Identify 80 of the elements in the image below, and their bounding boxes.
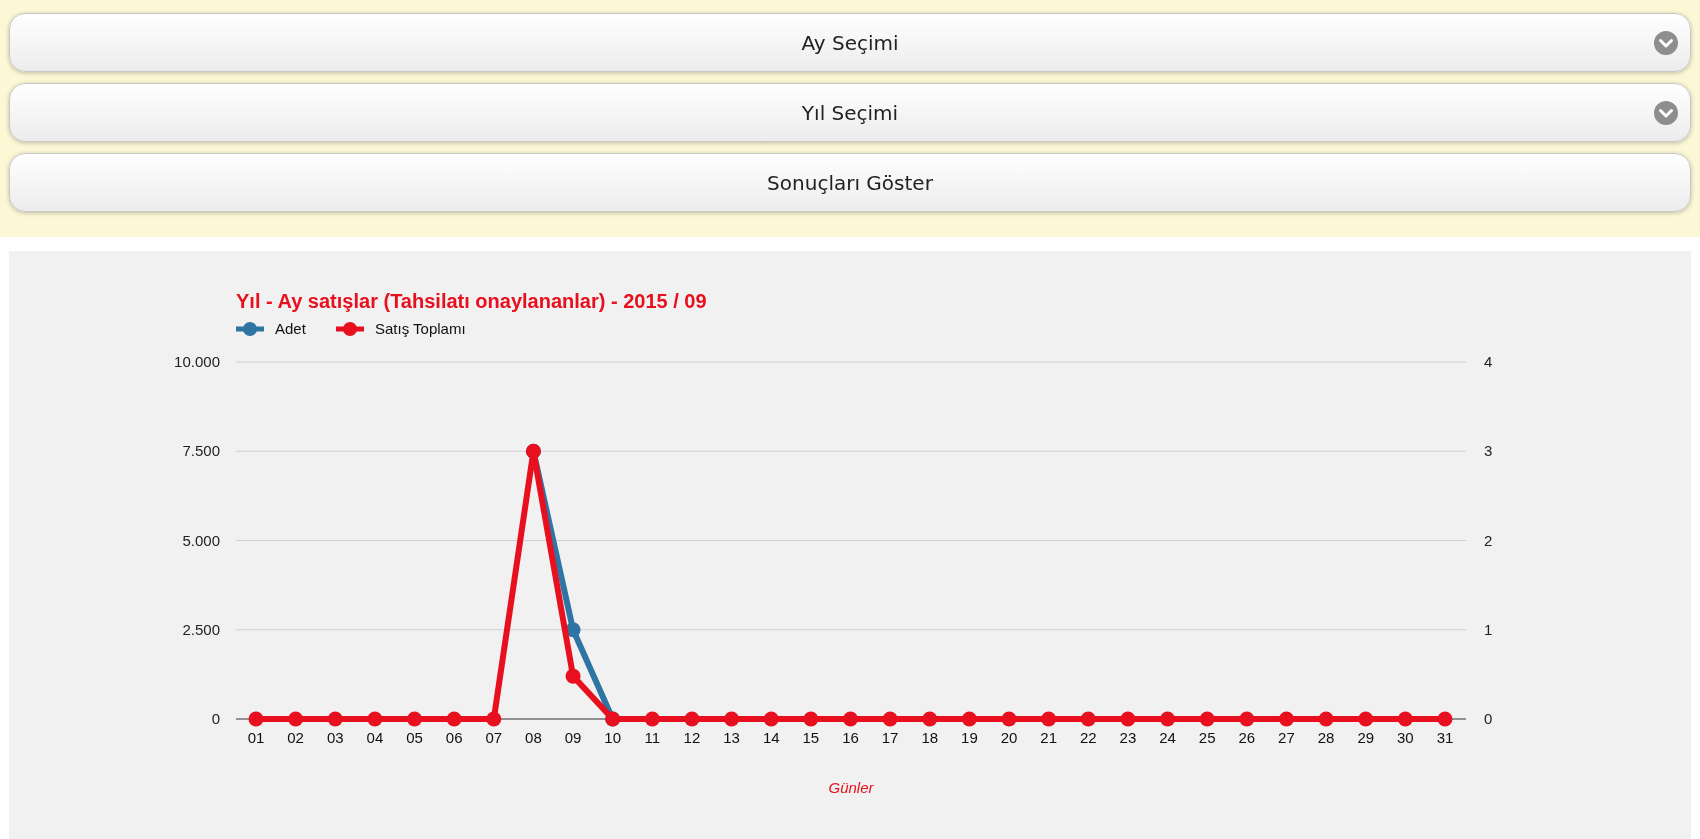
x-axis-label: 20 [1000, 729, 1018, 746]
x-axis-label: 09 [564, 729, 582, 746]
data-point[interactable] [724, 711, 740, 727]
data-point[interactable] [1278, 711, 1294, 727]
data-point[interactable] [1120, 711, 1136, 727]
x-axis-label: 17 [881, 729, 899, 746]
data-point[interactable] [1239, 711, 1255, 727]
data-point[interactable] [922, 711, 938, 727]
y-axis-label: 4 [1484, 353, 1493, 370]
x-axis-label: 24 [1159, 729, 1176, 746]
x-axis-label: 08 [525, 729, 542, 746]
chart-title: Yıl - Ay satışlar (Tahsilatı onaylananlar) - 2015 / 09 [236, 290, 707, 312]
data-point[interactable] [1318, 711, 1334, 727]
y-axis-label: 0 [1484, 710, 1493, 727]
data-point[interactable] [486, 711, 502, 727]
data-point[interactable] [1397, 711, 1413, 727]
x-axis-label: 03 [326, 729, 344, 746]
x-axis-label: 14 [762, 729, 780, 746]
legend-label[interactable]: Satış Toplamı [375, 320, 466, 337]
y-axis-label: 5.000 [182, 531, 220, 549]
show-results-button[interactable]: Sonuçları Göster [9, 153, 1691, 212]
legend-label[interactable]: Adet [275, 320, 306, 337]
y-axis-label: 0 [211, 710, 220, 727]
x-axis-label: 22 [1079, 729, 1097, 746]
x-axis-label: 10 [604, 729, 622, 746]
data-point[interactable] [248, 711, 264, 727]
x-axis-label: 05 [406, 729, 423, 746]
x-axis-label: 04 [366, 729, 384, 746]
data-point[interactable] [565, 622, 581, 638]
data-point[interactable] [684, 711, 700, 727]
x-axis-label: 25 [1198, 729, 1216, 746]
x-axis-label: 01 [247, 729, 265, 746]
dropdown-button[interactable]: Ay Seçimi [9, 13, 1691, 72]
chevron-down-icon [1654, 30, 1678, 55]
x-axis-label: 02 [287, 729, 304, 746]
data-point[interactable] [763, 711, 779, 727]
x-axis-label: 06 [445, 729, 463, 746]
data-point[interactable] [1041, 711, 1057, 727]
data-point[interactable] [961, 711, 977, 727]
y-axis-label: 2 [1484, 531, 1493, 549]
data-point[interactable] [1080, 711, 1096, 727]
x-axis-label: 21 [1040, 729, 1057, 746]
x-axis-label: 28 [1317, 729, 1335, 746]
x-axis-label: 23 [1119, 729, 1137, 746]
data-point[interactable] [367, 711, 383, 727]
data-point[interactable] [1001, 711, 1017, 727]
data-point[interactable] [565, 668, 581, 684]
data-point[interactable] [644, 711, 660, 727]
x-axis-label: 15 [802, 729, 820, 746]
data-point[interactable] [843, 711, 858, 727]
x-axis-label: 16 [842, 729, 859, 746]
y-axis-label: 2.500 [182, 620, 220, 638]
y-axis-label: 3 [1484, 442, 1493, 460]
data-point[interactable] [446, 711, 462, 727]
x-axis-label: 26 [1238, 729, 1256, 746]
x-axis-label: 19 [961, 729, 978, 746]
x-axis-label: 07 [485, 729, 503, 746]
data-point[interactable] [803, 711, 819, 727]
data-point[interactable] [407, 711, 423, 727]
dropdown-button[interactable]: Yıl Seçimi [9, 83, 1691, 142]
data-point[interactable] [1199, 711, 1215, 727]
x-axis-label: 11 [644, 729, 661, 746]
data-point[interactable] [1437, 711, 1453, 727]
data-point[interactable] [327, 711, 343, 727]
data-point[interactable] [882, 711, 898, 727]
y-axis-label: 10.000 [174, 353, 220, 370]
x-axis-label: 18 [921, 729, 939, 746]
x-axis-label: 27 [1278, 729, 1295, 746]
x-axis-label: 13 [723, 729, 740, 746]
x-axis-label: 12 [683, 729, 701, 746]
x-axis-label: 31 [1436, 729, 1454, 746]
x-axis-label: 29 [1357, 729, 1375, 746]
y-axis-label: 7.500 [182, 442, 220, 460]
x-axis-title: Günler [828, 779, 874, 796]
data-point[interactable] [1358, 711, 1374, 727]
y-axis-label: 1 [1484, 620, 1493, 638]
data-point[interactable] [1160, 711, 1176, 727]
x-axis-label: 30 [1397, 729, 1414, 746]
data-point[interactable] [288, 711, 304, 727]
chevron-down-icon [1654, 100, 1678, 125]
